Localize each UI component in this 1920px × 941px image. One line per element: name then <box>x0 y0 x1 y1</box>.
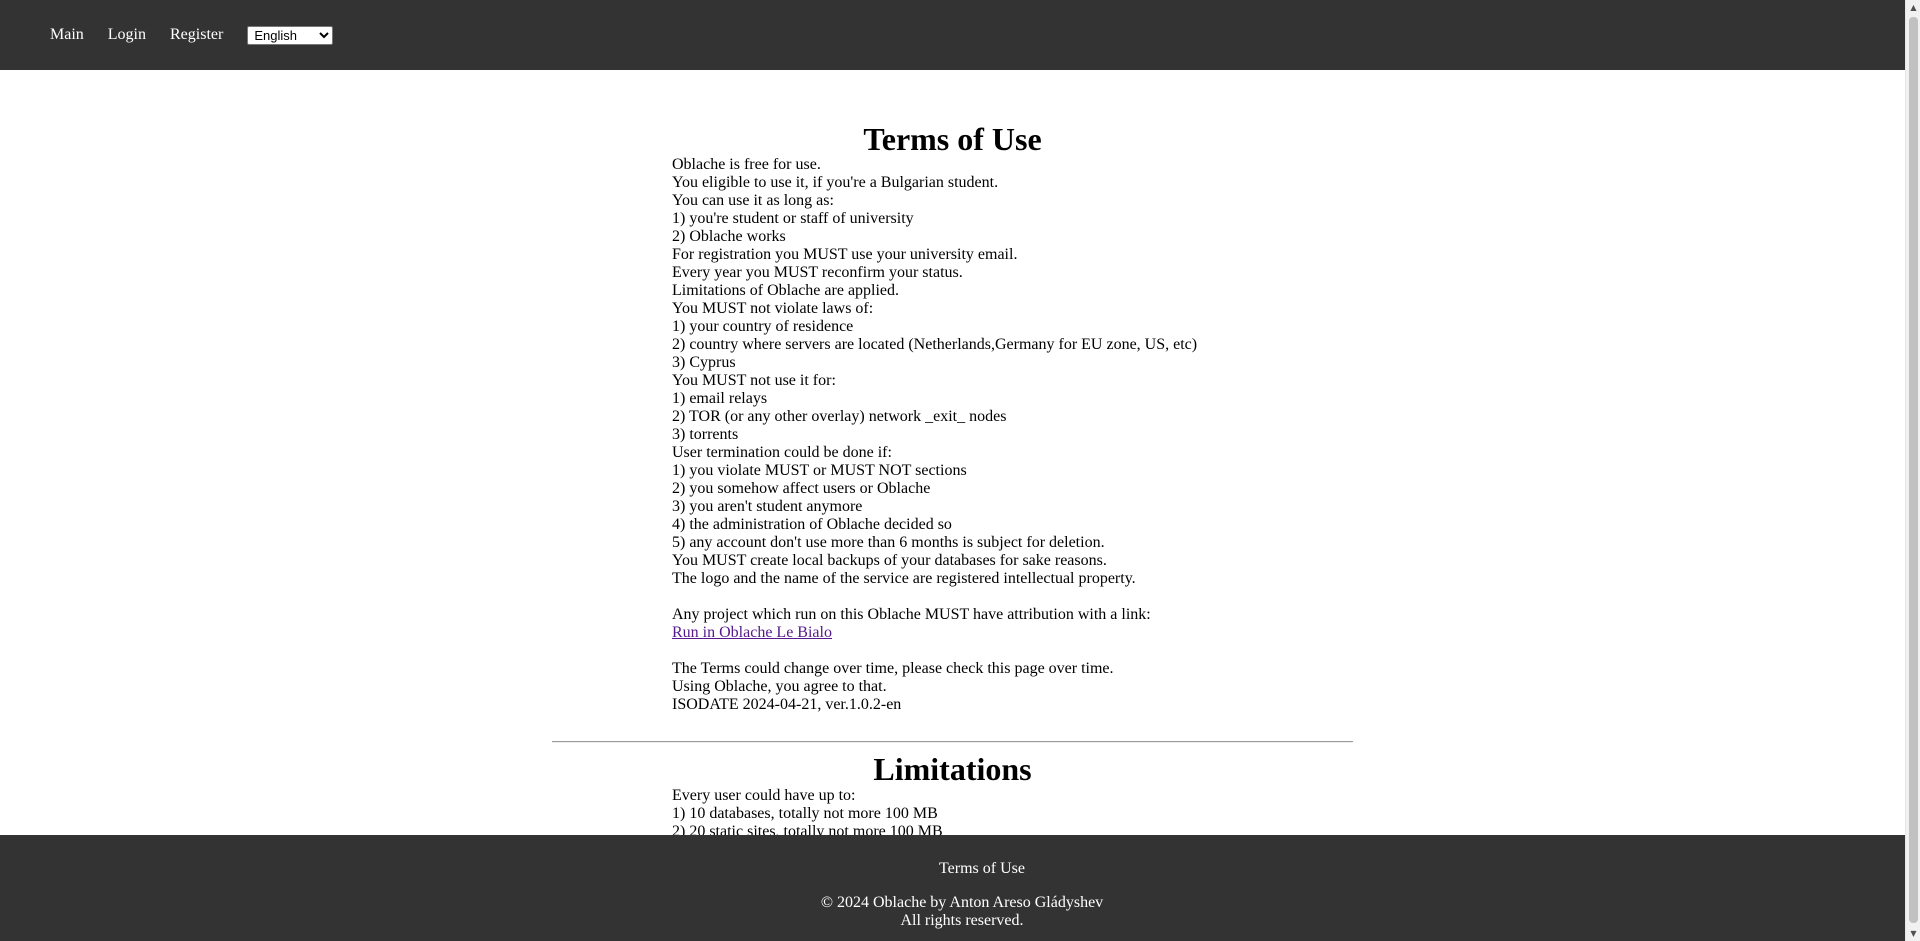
footer-terms-link[interactable]: Terms of Use <box>939 860 1025 877</box>
limitations-title: Limitations <box>873 751 1032 787</box>
vertical-scrollbar[interactable]: ▲ ▼ <box>1905 0 1920 941</box>
scroll-area: Main Login Register English Terms of Use… <box>0 0 1905 941</box>
rights-text: All rights reserved. <box>900 912 1024 929</box>
terms-line: 1) your country of residence <box>672 318 854 335</box>
footer: Terms of Use © 2024 Oblache by Anton Are… <box>0 835 1905 941</box>
terms-title: Terms of Use <box>863 121 1042 157</box>
terms-line: 3) torrents <box>672 426 739 443</box>
nav-login-link[interactable]: Login <box>108 26 146 44</box>
terms-line: User termination could be done if: <box>672 444 892 461</box>
footer-copyright: © 2024 Oblache by Anton Areso Gládyshev … <box>0 894 1905 930</box>
terms-line: 5) any account don't use more than 6 mon… <box>672 534 1105 551</box>
terms-line: You MUST not use it for: <box>672 372 836 389</box>
attribution-link[interactable]: Run in Oblache Le Bialo <box>672 624 832 641</box>
scroll-up-icon[interactable]: ▲ <box>1906 0 1920 15</box>
terms-body: Oblache is free for use. You eligible to… <box>672 156 1372 714</box>
limitations-line: 1) 10 databases, totally not more 100 MB <box>672 805 938 822</box>
terms-line: 1) you're student or staff of university <box>672 210 914 227</box>
terms-line: 1) you violate MUST or MUST NOT sections <box>672 462 967 479</box>
terms-line: Every year you MUST reconfirm your statu… <box>672 264 963 281</box>
terms-line: 2) TOR (or any other overlay) network _e… <box>672 408 1007 425</box>
terms-line: For registration you MUST use your unive… <box>672 246 1018 263</box>
scrollbar-thumb[interactable] <box>1909 17 1918 923</box>
terms-line: You eligible to use it, if you're a Bulg… <box>672 174 999 191</box>
terms-line: You MUST not violate laws of: <box>672 300 874 317</box>
terms-line: Limitations of Oblache are applied. <box>672 282 900 299</box>
terms-line: The logo and the name of the service are… <box>672 570 1136 587</box>
scroll-down-icon[interactable]: ▼ <box>1906 926 1920 941</box>
terms-line: Oblache is free for use. <box>672 156 821 173</box>
terms-line: 2) Oblache works <box>672 228 786 245</box>
attribution-text: Any project which run on this Oblache MU… <box>672 606 1151 623</box>
nav-register-link[interactable]: Register <box>170 26 223 44</box>
terms-line: 3) Cyprus <box>672 354 736 371</box>
nav-main-link[interactable]: Main <box>50 26 84 44</box>
limitations-body: Every user could have up to: 1) 10 datab… <box>672 787 1372 841</box>
top-nav-bar: Main Login Register English <box>0 0 1905 70</box>
terms-line: 3) you aren't student anymore <box>672 498 863 515</box>
section-divider <box>552 741 1353 743</box>
terms-line: 2) you somehow affect users or Oblache <box>672 480 931 497</box>
language-select[interactable]: English <box>247 25 334 45</box>
terms-line: 1) email relays <box>672 390 768 407</box>
terms-line: You can use it as long as: <box>672 192 834 209</box>
limitations-line: Every user could have up to: <box>672 787 856 804</box>
terms-closing-line: Using Oblache, you agree to that. <box>672 678 887 695</box>
terms-line: 4) the administration of Oblache decided… <box>672 516 952 533</box>
page: Main Login Register English Terms of Use… <box>0 0 1920 941</box>
terms-version: ISODATE 2024-04-21, ver.1.0.2-en <box>672 696 902 713</box>
terms-closing-line: The Terms could change over time, please… <box>672 660 1114 677</box>
terms-line: 2) country where servers are located (Ne… <box>672 336 1198 353</box>
terms-line: You MUST create local backups of your da… <box>672 552 1107 569</box>
copyright-text: © 2024 Oblache by Anton Areso Gládyshev <box>820 894 1104 911</box>
